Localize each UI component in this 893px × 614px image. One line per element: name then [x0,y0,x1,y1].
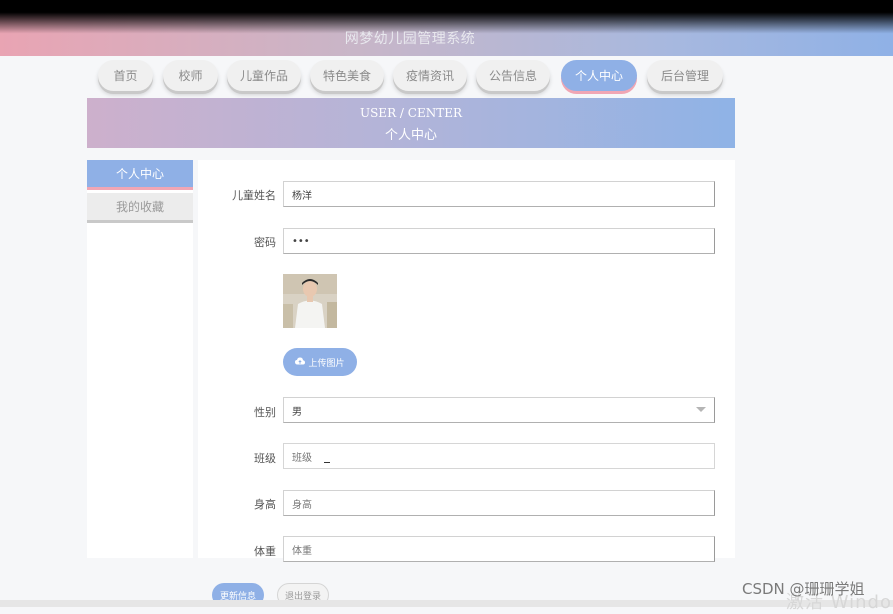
main-nav: 首页 校师 儿童作品 特色美食 疫情资讯 公告信息 个人中心 后台管理 [0,60,893,96]
weight-field[interactable]: 体重 [283,536,715,562]
nav-item-admin[interactable]: 后台管理 [647,60,723,91]
weight-label: 体重 [254,545,276,558]
chevron-down-icon [696,407,706,412]
banner-title-cn: 个人中心 [384,128,437,143]
nav-item-personal-center[interactable]: 个人中心 [561,60,637,91]
nav-item-home[interactable]: 首页 [98,60,153,91]
header-bar: 网梦幼儿园管理系统 [0,0,893,56]
height-value: 身高 [292,499,312,511]
class-label: 班级 [254,452,276,465]
class-value: 班级 [292,452,312,464]
password-value: ••• [292,235,310,247]
nav-item-teachers[interactable]: 校师 [163,60,218,91]
system-title: 网梦幼儿园管理系统 [344,31,476,47]
gender-select[interactable]: 男 [283,397,715,423]
upload-image-button[interactable]: 上传图片 [283,348,357,376]
gender-value: 男 [292,406,302,418]
upload-button-label: 上传图片 [308,358,345,369]
cloud-upload-icon [295,357,306,368]
nav-item-announcements[interactable]: 公告信息 [476,60,550,91]
gender-label: 性别 [254,406,276,419]
avatar [283,274,337,328]
weight-value: 体重 [292,545,312,557]
bottom-divider [0,600,893,607]
sidebar-item-favorites[interactable]: 我的收藏 [87,193,193,220]
child-name-value: 杨洋 [292,190,312,202]
class-field[interactable]: 班级 [283,443,715,469]
text-cursor [324,462,330,463]
password-label: 密码 [254,236,276,249]
section-banner: USER / CENTER 个人中心 [87,98,735,148]
password-field[interactable]: ••• [283,228,715,254]
height-field[interactable]: 身高 [283,490,715,516]
child-name-label: 儿童姓名 [232,189,276,202]
nav-item-food[interactable]: 特色美食 [310,60,384,91]
height-label: 身高 [254,498,276,511]
sidebar-item-personal-center[interactable]: 个人中心 [87,160,193,187]
nav-item-children-works[interactable]: 儿童作品 [227,60,301,91]
csdn-watermark: CSDN @珊珊学姐 [742,580,865,598]
nav-item-epidemic-news[interactable]: 疫情资讯 [393,60,467,91]
banner-title-en: USER / CENTER [359,106,463,120]
sidebar: 个人中心 我的收藏 [87,160,193,558]
child-name-field[interactable]: 杨洋 [283,181,715,207]
